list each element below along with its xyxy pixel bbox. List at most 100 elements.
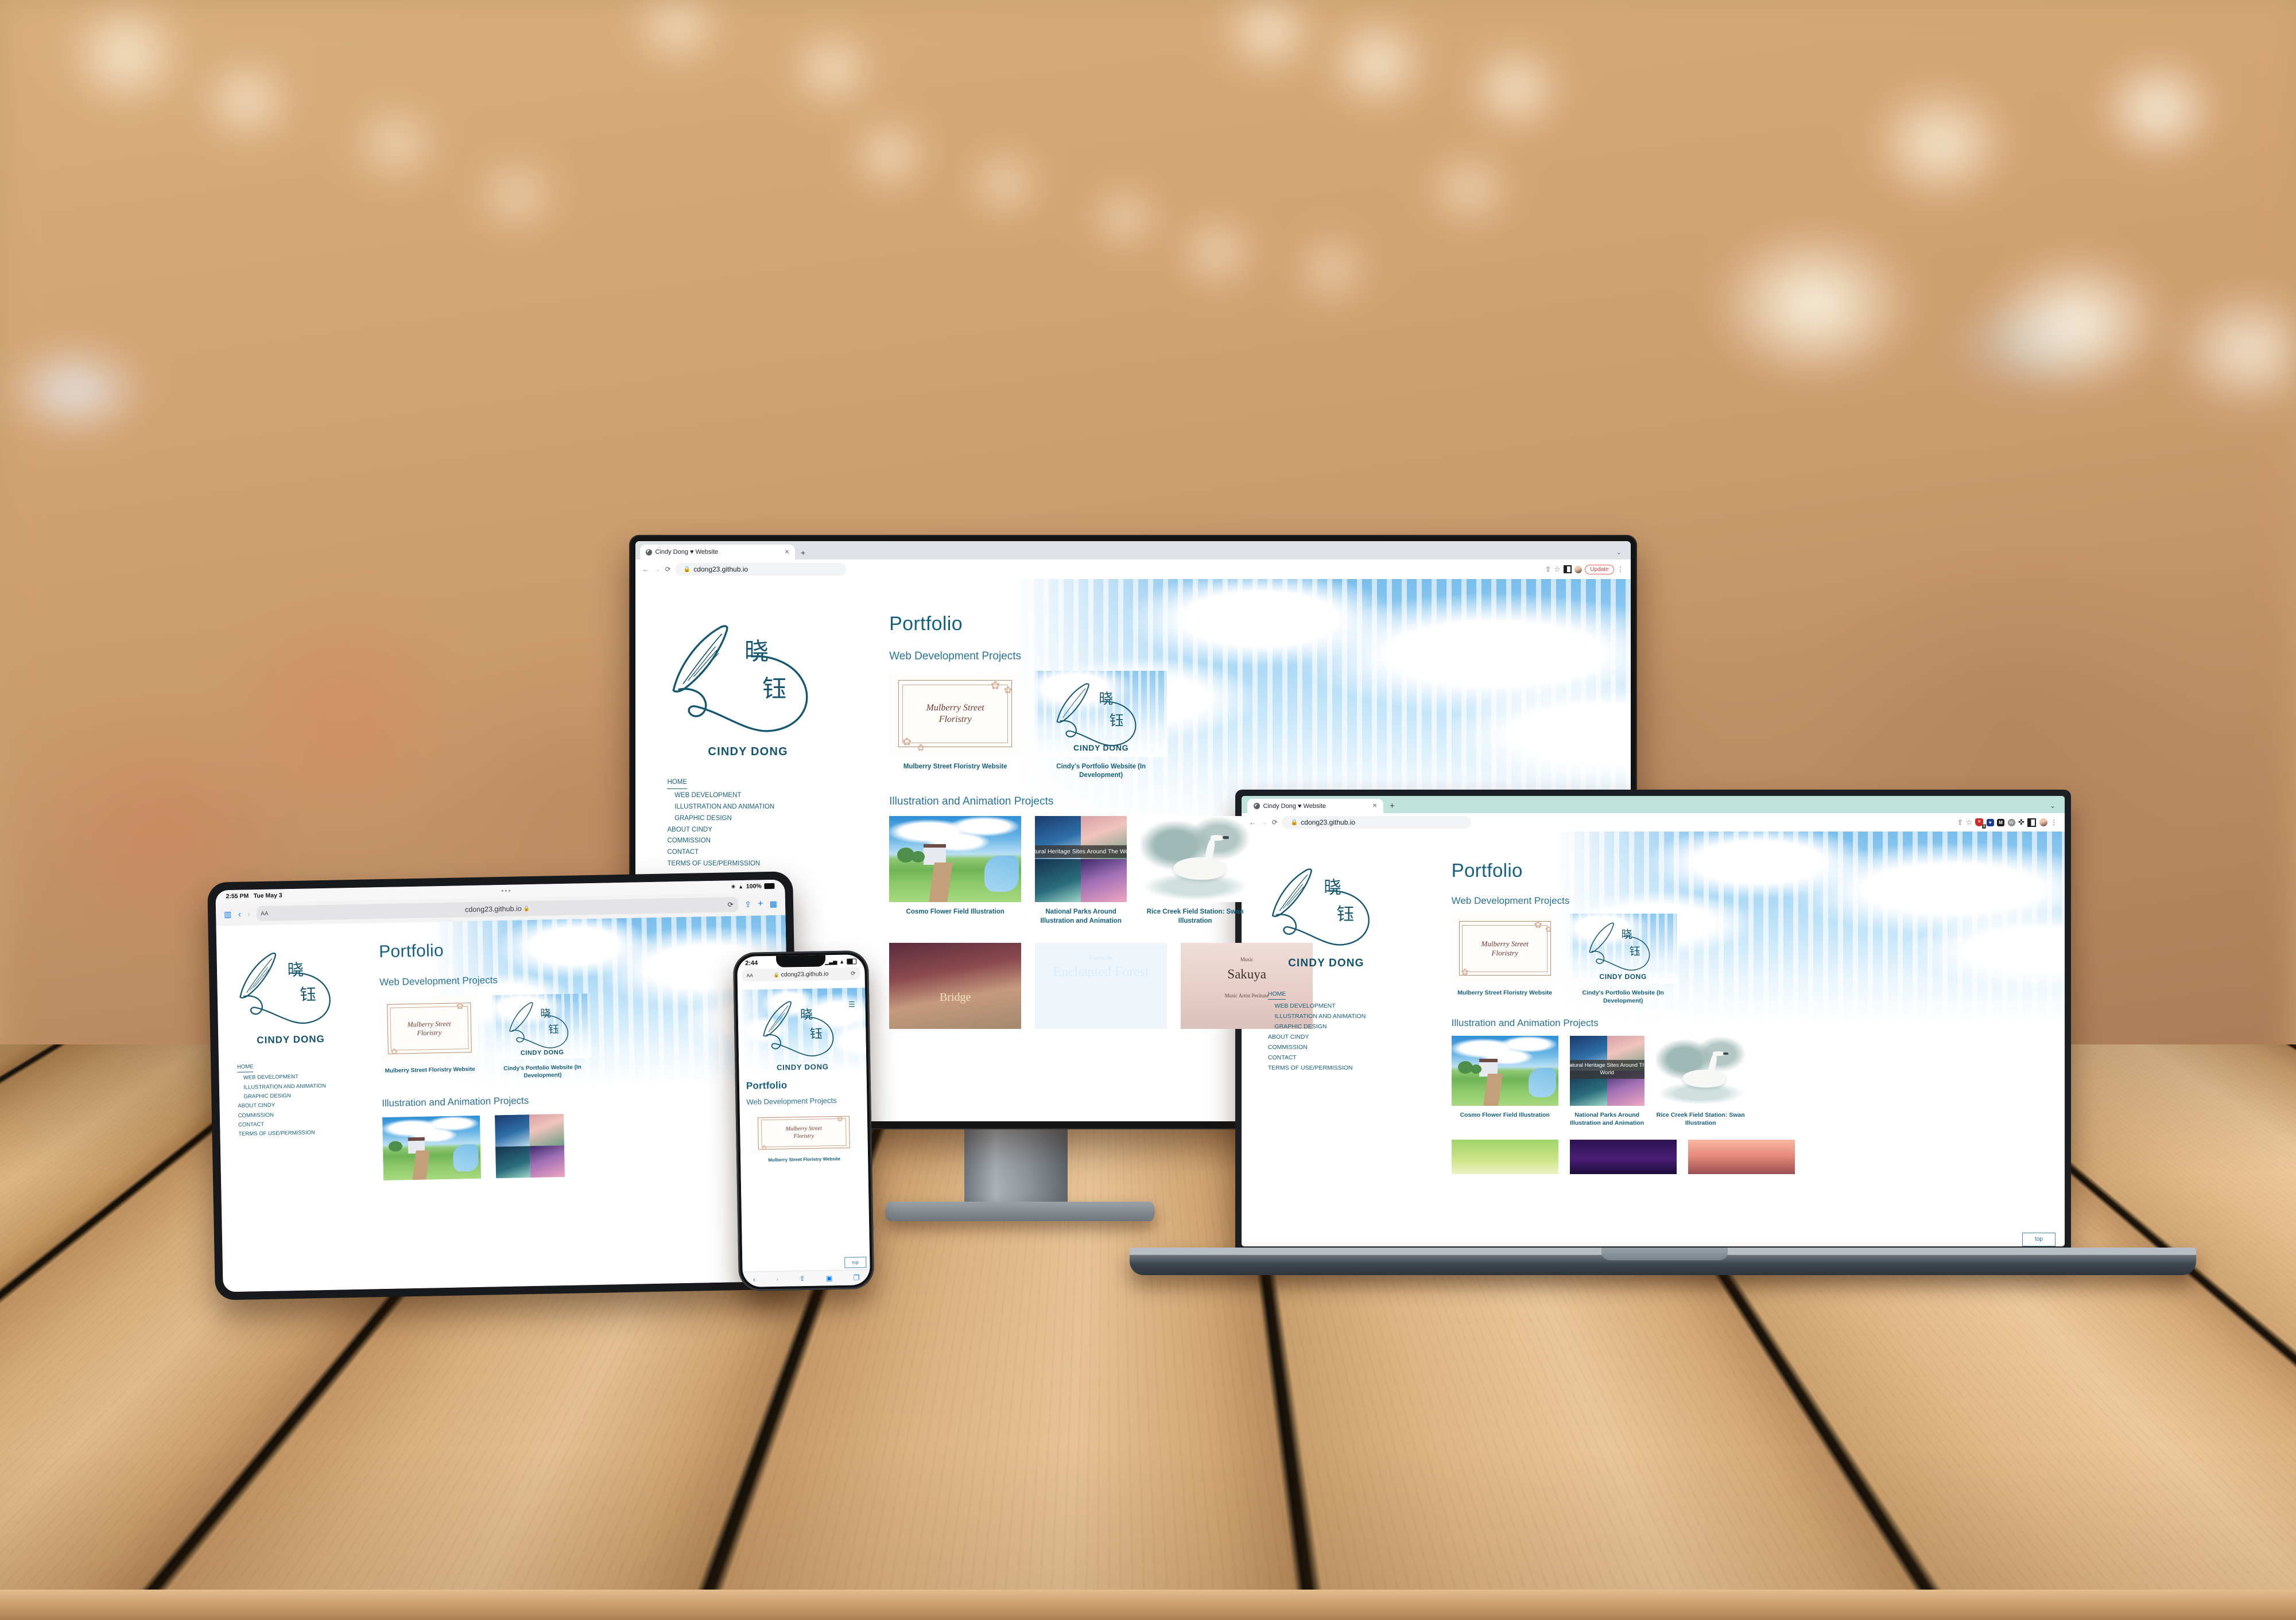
- nav-graphic-design[interactable]: GRAPHIC DESIGN: [667, 813, 874, 825]
- profile-avatar[interactable]: [2039, 818, 2047, 826]
- project-card[interactable]: Mulberry Street Floristry ✿ ✿ ✿ ✿ Mulber…: [889, 670, 1022, 780]
- nav-illustration-and-animation[interactable]: ILLUSTRATION AND ANIMATION: [1268, 1011, 1439, 1021]
- site-sidebar: 晓 钰 CINDY DONG HOME WEB DEVELOPMENT ILLU…: [216, 923, 377, 1292]
- monitor-address-bar[interactable]: 🔒 cdong23.github.io: [675, 563, 847, 576]
- project-thumbnail-mulberry[interactable]: Mulberry Street Floristry ✿ ✿: [379, 995, 479, 1062]
- project-thumbnail-mulberry[interactable]: Mulberry Street Floristry ✿ ✿ ✿: [1451, 913, 1558, 984]
- project-thumbnail-parks[interactable]: Natural Heritage Sites Around The World: [1569, 1036, 1645, 1106]
- laptop-tab-list-button[interactable]: ⌄: [2046, 802, 2059, 813]
- nav-contact[interactable]: CONTACT: [667, 847, 874, 858]
- quill-seal-logo-icon: 晓 钰: [672, 625, 808, 732]
- project-thumbnail-portfolio[interactable]: 晓 钰 CINDY DONG: [492, 993, 591, 1060]
- project-thumbnail-sunset[interactable]: [1688, 1140, 1795, 1175]
- scene: Cindy Dong ♥ Website ✕ + ⌄ ← → ⟳ 🔒 cdong…: [0, 0, 2296, 1620]
- project-card[interactable]: Cosmo Flower Field Illustration: [889, 815, 1022, 926]
- profile-icon[interactable]: [1574, 565, 1582, 573]
- monitor-menu-button[interactable]: ⋮: [1617, 565, 1624, 573]
- nav-terms-of-use[interactable]: TERMS OF USE/PERMISSION: [238, 1128, 374, 1140]
- nav-home[interactable]: HOME: [667, 777, 687, 790]
- project-thumbnail-parks[interactable]: [494, 1113, 565, 1179]
- monitor-tab-search-icon[interactable]: ⌄: [1612, 549, 1626, 560]
- share-icon[interactable]: ⇪: [1957, 818, 1963, 826]
- project-thumbnail-forest[interactable]: Road to the Enchanted Forest: [1035, 943, 1168, 1030]
- project-card[interactable]: 晓 钰 CINDY DONG Cindy's Portfolio Website…: [1035, 670, 1168, 780]
- site-logo[interactable]: 晓 钰: [235, 943, 345, 1032]
- bookmarks-icon[interactable]: ▣: [826, 1274, 833, 1282]
- project-thumbnail-portfolio[interactable]: 晓 钰 CINDY DONG: [1035, 670, 1168, 757]
- nav-about-cindy[interactable]: ABOUT CINDY: [1268, 1032, 1439, 1042]
- illustration-project-grid: Cosmo Flower Field Illustration Natural …: [1451, 1036, 2065, 1127]
- project-card[interactable]: Road to the Enchanted Forest: [1035, 943, 1168, 1030]
- monitor-new-tab-button[interactable]: +: [795, 548, 811, 560]
- nav-commission[interactable]: COMMISSION: [1268, 1042, 1439, 1052]
- nav-commission[interactable]: COMMISSION: [667, 836, 874, 847]
- svg-text:钰: 钰: [1630, 945, 1640, 958]
- project-thumbnail-cosmo[interactable]: [382, 1115, 481, 1180]
- site-logo[interactable]: 晓 钰: [667, 613, 828, 742]
- share-icon[interactable]: ⇪: [1545, 565, 1551, 573]
- project-card[interactable]: Mulberry Street Floristry ✿ ✿ ✿ Mulberry…: [1451, 913, 1558, 1005]
- forward-chevron-icon[interactable]: ›: [776, 1275, 778, 1283]
- tablet-forward-button[interactable]: ›: [247, 909, 250, 919]
- project-thumbnail-cosmo[interactable]: [1451, 1036, 1558, 1106]
- project-thumbnail-bridge[interactable]: Bridge: [889, 943, 1022, 1030]
- mulberry-art-line-1: Mulberry Street: [1481, 939, 1529, 948]
- site-brand-name: CINDY DONG: [708, 745, 788, 758]
- project-thumbnail-cosmo[interactable]: [889, 815, 1022, 902]
- tablet-text-size-button[interactable]: AA: [261, 910, 269, 916]
- project-thumbnail-portfolio[interactable]: 晓 钰 CINDY DONG: [1569, 913, 1677, 984]
- ublock-origin-icon[interactable]: u 1: [1975, 818, 1987, 829]
- monitor-close-tab-button[interactable]: ✕: [785, 549, 789, 555]
- nav-terms-of-use[interactable]: TERMS OF USE/PERMISSION: [1268, 1063, 1439, 1073]
- puzzle-extensions-icon[interactable]: ✜: [2018, 818, 2024, 827]
- monitor-back-button[interactable]: ←: [642, 565, 649, 573]
- project-card[interactable]: 晓 钰 CINDY DONG Cindy's Portfolio Website…: [1569, 913, 1677, 1005]
- project-thumbnail-purple[interactable]: [1569, 1140, 1677, 1175]
- project-card[interactable]: Cosmo Flower Field Illustration: [1451, 1036, 1558, 1127]
- wappalyzer-icon[interactable]: W: [2007, 818, 2015, 826]
- project-card[interactable]: Bridge: [889, 943, 1022, 1030]
- project-thumbnail-swan[interactable]: [1655, 1036, 1746, 1106]
- project-card[interactable]: Rice Creek Field Station: Swan Illustrat…: [1655, 1036, 1746, 1127]
- back-to-top-button[interactable]: top: [844, 1257, 867, 1268]
- project-card[interactable]: Natural Heritage Sites Around The World …: [1569, 1036, 1645, 1127]
- forest-art-subtitle: Road to the: [1089, 955, 1113, 961]
- monitor-forward-button[interactable]: →: [654, 565, 661, 573]
- project-card[interactable]: Mulberry Street Floristry ✿ ✿ Mulberry S…: [379, 995, 479, 1083]
- nav-about-cindy[interactable]: ABOUT CINDY: [667, 825, 874, 836]
- tablet-grabber[interactable]: •••: [501, 888, 511, 895]
- tabs-icon[interactable]: ❐: [854, 1273, 860, 1281]
- side-panel-icon[interactable]: [1563, 565, 1572, 573]
- metamask-icon[interactable]: M: [1997, 818, 2005, 826]
- project-card[interactable]: 晓 钰 CINDY DONG Cindy's Portfolio Website…: [492, 993, 592, 1081]
- sidebar-icon[interactable]: ▥: [224, 910, 232, 919]
- nav-graphic-design[interactable]: GRAPHIC DESIGN: [1268, 1021, 1439, 1032]
- nav-illustration-and-animation[interactable]: ILLUSTRATION AND ANIMATION: [667, 802, 874, 813]
- project-card[interactable]: Natural Heritage Sites Around The World …: [1035, 815, 1127, 926]
- update-button[interactable]: Update: [1585, 564, 1614, 574]
- nav-contact[interactable]: CONTACT: [1268, 1052, 1439, 1063]
- nav-home[interactable]: HOME: [236, 1062, 254, 1073]
- project-thumbnail-swan[interactable]: [1141, 815, 1250, 902]
- bookmark-star-icon[interactable]: ☆: [1554, 565, 1560, 573]
- project-card[interactable]: Rice Creek Field Station: Swan Illustrat…: [1141, 815, 1250, 926]
- project-caption: Cosmo Flower Field Illustration: [1460, 1112, 1550, 1119]
- project-thumbnail-parks[interactable]: Natural Heritage Sites Around The World: [1035, 815, 1127, 902]
- monitor-browser-tab[interactable]: Cindy Dong ♥ Website ✕: [640, 545, 795, 560]
- nav-terms-of-use[interactable]: TERMS OF USE/PERMISSION: [667, 858, 874, 870]
- nav-web-development[interactable]: WEB DEVELOPMENT: [1268, 1001, 1439, 1011]
- side-panel-icon[interactable]: [2027, 818, 2037, 827]
- nav-web-development[interactable]: WEB DEVELOPMENT: [667, 790, 874, 802]
- monitor-reload-button[interactable]: ⟳: [665, 565, 671, 573]
- privacy-badger-icon[interactable]: ♥: [1986, 818, 1994, 826]
- share-icon[interactable]: ⇪: [800, 1275, 805, 1283]
- laptop-menu-button[interactable]: ⋮: [2050, 818, 2057, 826]
- bridge-art-title: Bridge: [939, 991, 971, 1004]
- bookmark-star-icon[interactable]: ☆: [1966, 818, 1972, 826]
- tablet-back-button[interactable]: ‹: [238, 909, 241, 919]
- nav-home[interactable]: HOME: [1267, 989, 1286, 1000]
- back-chevron-icon[interactable]: ‹: [753, 1276, 755, 1284]
- project-thumbnail-mulberry[interactable]: Mulberry Street Floristry ✿ ✿ ✿ ✿: [889, 670, 1022, 757]
- site-logo[interactable]: 晓 钰: [1268, 860, 1384, 953]
- project-thumbnail-green[interactable]: [1451, 1140, 1558, 1175]
